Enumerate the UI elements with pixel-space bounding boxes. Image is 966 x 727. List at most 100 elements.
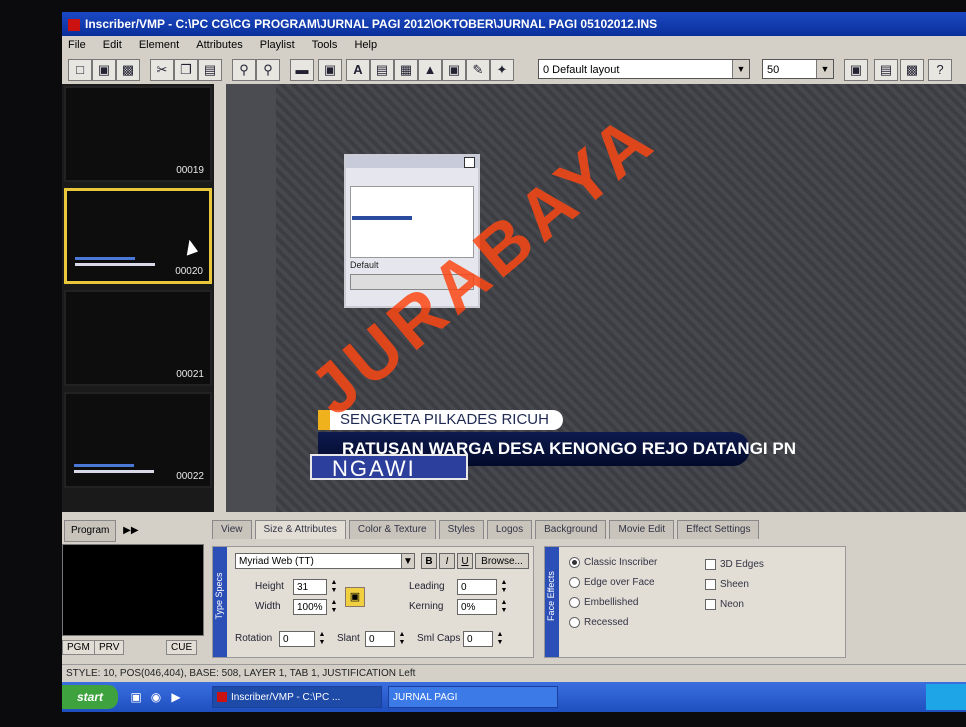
zoom-in-icon[interactable]: ⚲	[232, 59, 256, 81]
taskbar-item-jurnal[interactable]: JURNAL PAGI	[388, 686, 558, 708]
lower-third-location[interactable]: NGAWI	[310, 454, 468, 481]
kerning-field[interactable]: 0%	[457, 599, 497, 615]
thumbnail-scrollbar[interactable]	[214, 84, 226, 512]
tab-logos[interactable]: Logos	[486, 520, 533, 539]
3d-edges-checkbox[interactable]: 3D Edges	[705, 559, 764, 570]
kerning-spinner-icon[interactable]: ▲ ▼	[499, 599, 509, 615]
height-field[interactable]: 31	[293, 579, 327, 595]
zoom-out-icon[interactable]: ⚲	[256, 59, 280, 81]
thumbnail-number: 00022	[176, 471, 204, 482]
slant-spinner-icon[interactable]: ▲ ▼	[397, 631, 407, 647]
save-icon[interactable]: ▩	[116, 59, 140, 81]
tab-movie-edit[interactable]: Movie Edit	[609, 520, 675, 539]
small-caps-label: Sml Caps	[417, 633, 461, 644]
tab-color-texture[interactable]: Color & Texture	[348, 520, 436, 539]
browse-button[interactable]: Browse...	[475, 553, 529, 569]
navigator-window[interactable]: Default	[344, 154, 480, 308]
lower-third-headline[interactable]: SENGKETA PILKADES RICUH	[318, 410, 563, 430]
start-button[interactable]: start	[62, 685, 118, 709]
type-specs-label: Type Specs	[213, 547, 227, 657]
menu-playlist[interactable]: Playlist	[260, 39, 295, 51]
height-spinner-icon[interactable]: ▲ ▼	[329, 579, 339, 595]
italic-button[interactable]: I	[439, 553, 455, 569]
tab-size-attributes[interactable]: Size & Attributes	[254, 520, 346, 539]
cue-button[interactable]: CUE	[166, 640, 198, 655]
menu-tools[interactable]: Tools	[312, 39, 338, 51]
brush-tool-icon[interactable]: ✎	[466, 59, 490, 81]
slant-field[interactable]: 0	[365, 631, 395, 647]
edge-over-face-radio[interactable]: Edge over Face	[569, 577, 655, 588]
zoom-select[interactable]: 50 ▼	[762, 59, 834, 79]
embellished-radio[interactable]: Embellished	[569, 597, 638, 608]
menu-element[interactable]: Element	[139, 39, 179, 51]
pgm-button[interactable]: PGM	[62, 640, 95, 655]
navigator-scrollbar[interactable]	[350, 274, 474, 290]
thumbnail-number: 00021	[176, 369, 204, 380]
browser-icon[interactable]: ◉	[148, 689, 164, 705]
recessed-radio[interactable]: Recessed	[569, 617, 628, 628]
copy-icon[interactable]: ❐	[174, 59, 198, 81]
tab-view[interactable]: View	[212, 520, 252, 539]
bold-button[interactable]: B	[421, 553, 437, 569]
leading-field[interactable]: 0	[457, 579, 497, 595]
picture-tool-icon[interactable]: ▣	[442, 59, 466, 81]
width-spinner-icon[interactable]: ▲ ▼	[329, 599, 339, 615]
taskbar-item-inscriber[interactable]: Inscriber/VMP - C:\PC ...	[212, 686, 382, 708]
tab-background[interactable]: Background	[535, 520, 607, 539]
tab-effect-settings[interactable]: Effect Settings	[677, 520, 760, 539]
media-icon[interactable]: ▶	[168, 689, 184, 705]
preview-icon[interactable]: ▣	[844, 59, 868, 81]
close-icon[interactable]	[464, 157, 475, 168]
cut-icon[interactable]: ✂	[150, 59, 174, 81]
thumbnail-page-selected[interactable]: 00020	[64, 188, 212, 284]
small-caps-spinner-icon[interactable]: ▲ ▼	[495, 631, 505, 647]
menu-edit[interactable]: Edit	[103, 39, 122, 51]
aspect-lock-icon[interactable]: ▣	[345, 587, 365, 607]
menu-help[interactable]: Help	[354, 39, 377, 51]
rotation-field[interactable]: 0	[279, 631, 315, 647]
fast-forward-icon[interactable]: ▶▶	[123, 525, 138, 536]
menu-attributes[interactable]: Attributes	[196, 39, 242, 51]
rotation-spinner-icon[interactable]: ▲ ▼	[317, 631, 327, 647]
chevron-down-icon[interactable]: ▼	[732, 60, 749, 78]
thumbnail-graphic-bar	[74, 464, 134, 467]
font-select-value: Myriad Web (TT)	[239, 556, 314, 567]
program-button[interactable]: Program	[64, 520, 117, 542]
layout-select[interactable]: 0 Default layout ▼	[538, 59, 750, 79]
show-desktop-icon[interactable]: ▣	[128, 689, 144, 705]
thumbnail-page[interactable]: 00019	[64, 86, 212, 182]
neon-checkbox[interactable]: Neon	[705, 599, 744, 610]
open-folder-icon[interactable]: ▣	[92, 59, 116, 81]
grid-tool-icon[interactable]: ▦	[394, 59, 418, 81]
title-bar: Inscriber/VMP - C:\PC CG\CG PROGRAM\JURN…	[62, 12, 966, 36]
classic-inscriber-radio[interactable]: Classic Inscriber	[569, 557, 657, 568]
frame-tool-icon[interactable]: ▣	[318, 59, 342, 81]
text-tool-icon[interactable]: A	[346, 59, 370, 81]
chevron-down-icon[interactable]: ▼	[816, 60, 833, 78]
thumbnail-page[interactable]: 00022	[64, 392, 212, 488]
edit-canvas[interactable]: Default SENGKETA PILKADES RICUH RATUSAN …	[226, 84, 966, 512]
prv-button[interactable]: PRV	[94, 640, 125, 655]
rectangle-tool-icon[interactable]: ▬	[290, 59, 314, 81]
new-file-icon[interactable]: □	[68, 59, 92, 81]
width-field[interactable]: 100%	[293, 599, 327, 615]
toolbar: □ ▣ ▩ ✂ ❐ ▤ ⚲ ⚲ ▬ ▣ A ▤ ▦ ▲ ▣ ✎ ✦ 0 Defa…	[62, 54, 966, 85]
menu-file[interactable]: File	[68, 39, 86, 51]
list-tool-icon[interactable]: ▤	[370, 59, 394, 81]
underline-button[interactable]: U	[457, 553, 473, 569]
help-icon[interactable]: ?	[928, 59, 952, 81]
paste-icon[interactable]: ▤	[198, 59, 222, 81]
font-select[interactable]: Myriad Web (TT)	[235, 553, 411, 569]
small-caps-field[interactable]: 0	[463, 631, 493, 647]
chevron-down-icon[interactable]: ▼	[401, 553, 415, 569]
desktop-screen: Inscriber/VMP - C:\PC CG\CG PROGRAM\JURN…	[62, 12, 966, 712]
image-tool-icon[interactable]: ▲	[418, 59, 442, 81]
tab-styles[interactable]: Styles	[438, 520, 484, 539]
leading-spinner-icon[interactable]: ▲ ▼	[499, 579, 509, 595]
tool-icon[interactable]: ▩	[900, 59, 924, 81]
effects-tool-icon[interactable]: ✦	[490, 59, 514, 81]
sheen-checkbox[interactable]: Sheen	[705, 579, 749, 590]
output-icon[interactable]: ▤	[874, 59, 898, 81]
thumbnail-graphic-bar	[75, 263, 155, 266]
thumbnail-page[interactable]: 00021	[64, 290, 212, 386]
